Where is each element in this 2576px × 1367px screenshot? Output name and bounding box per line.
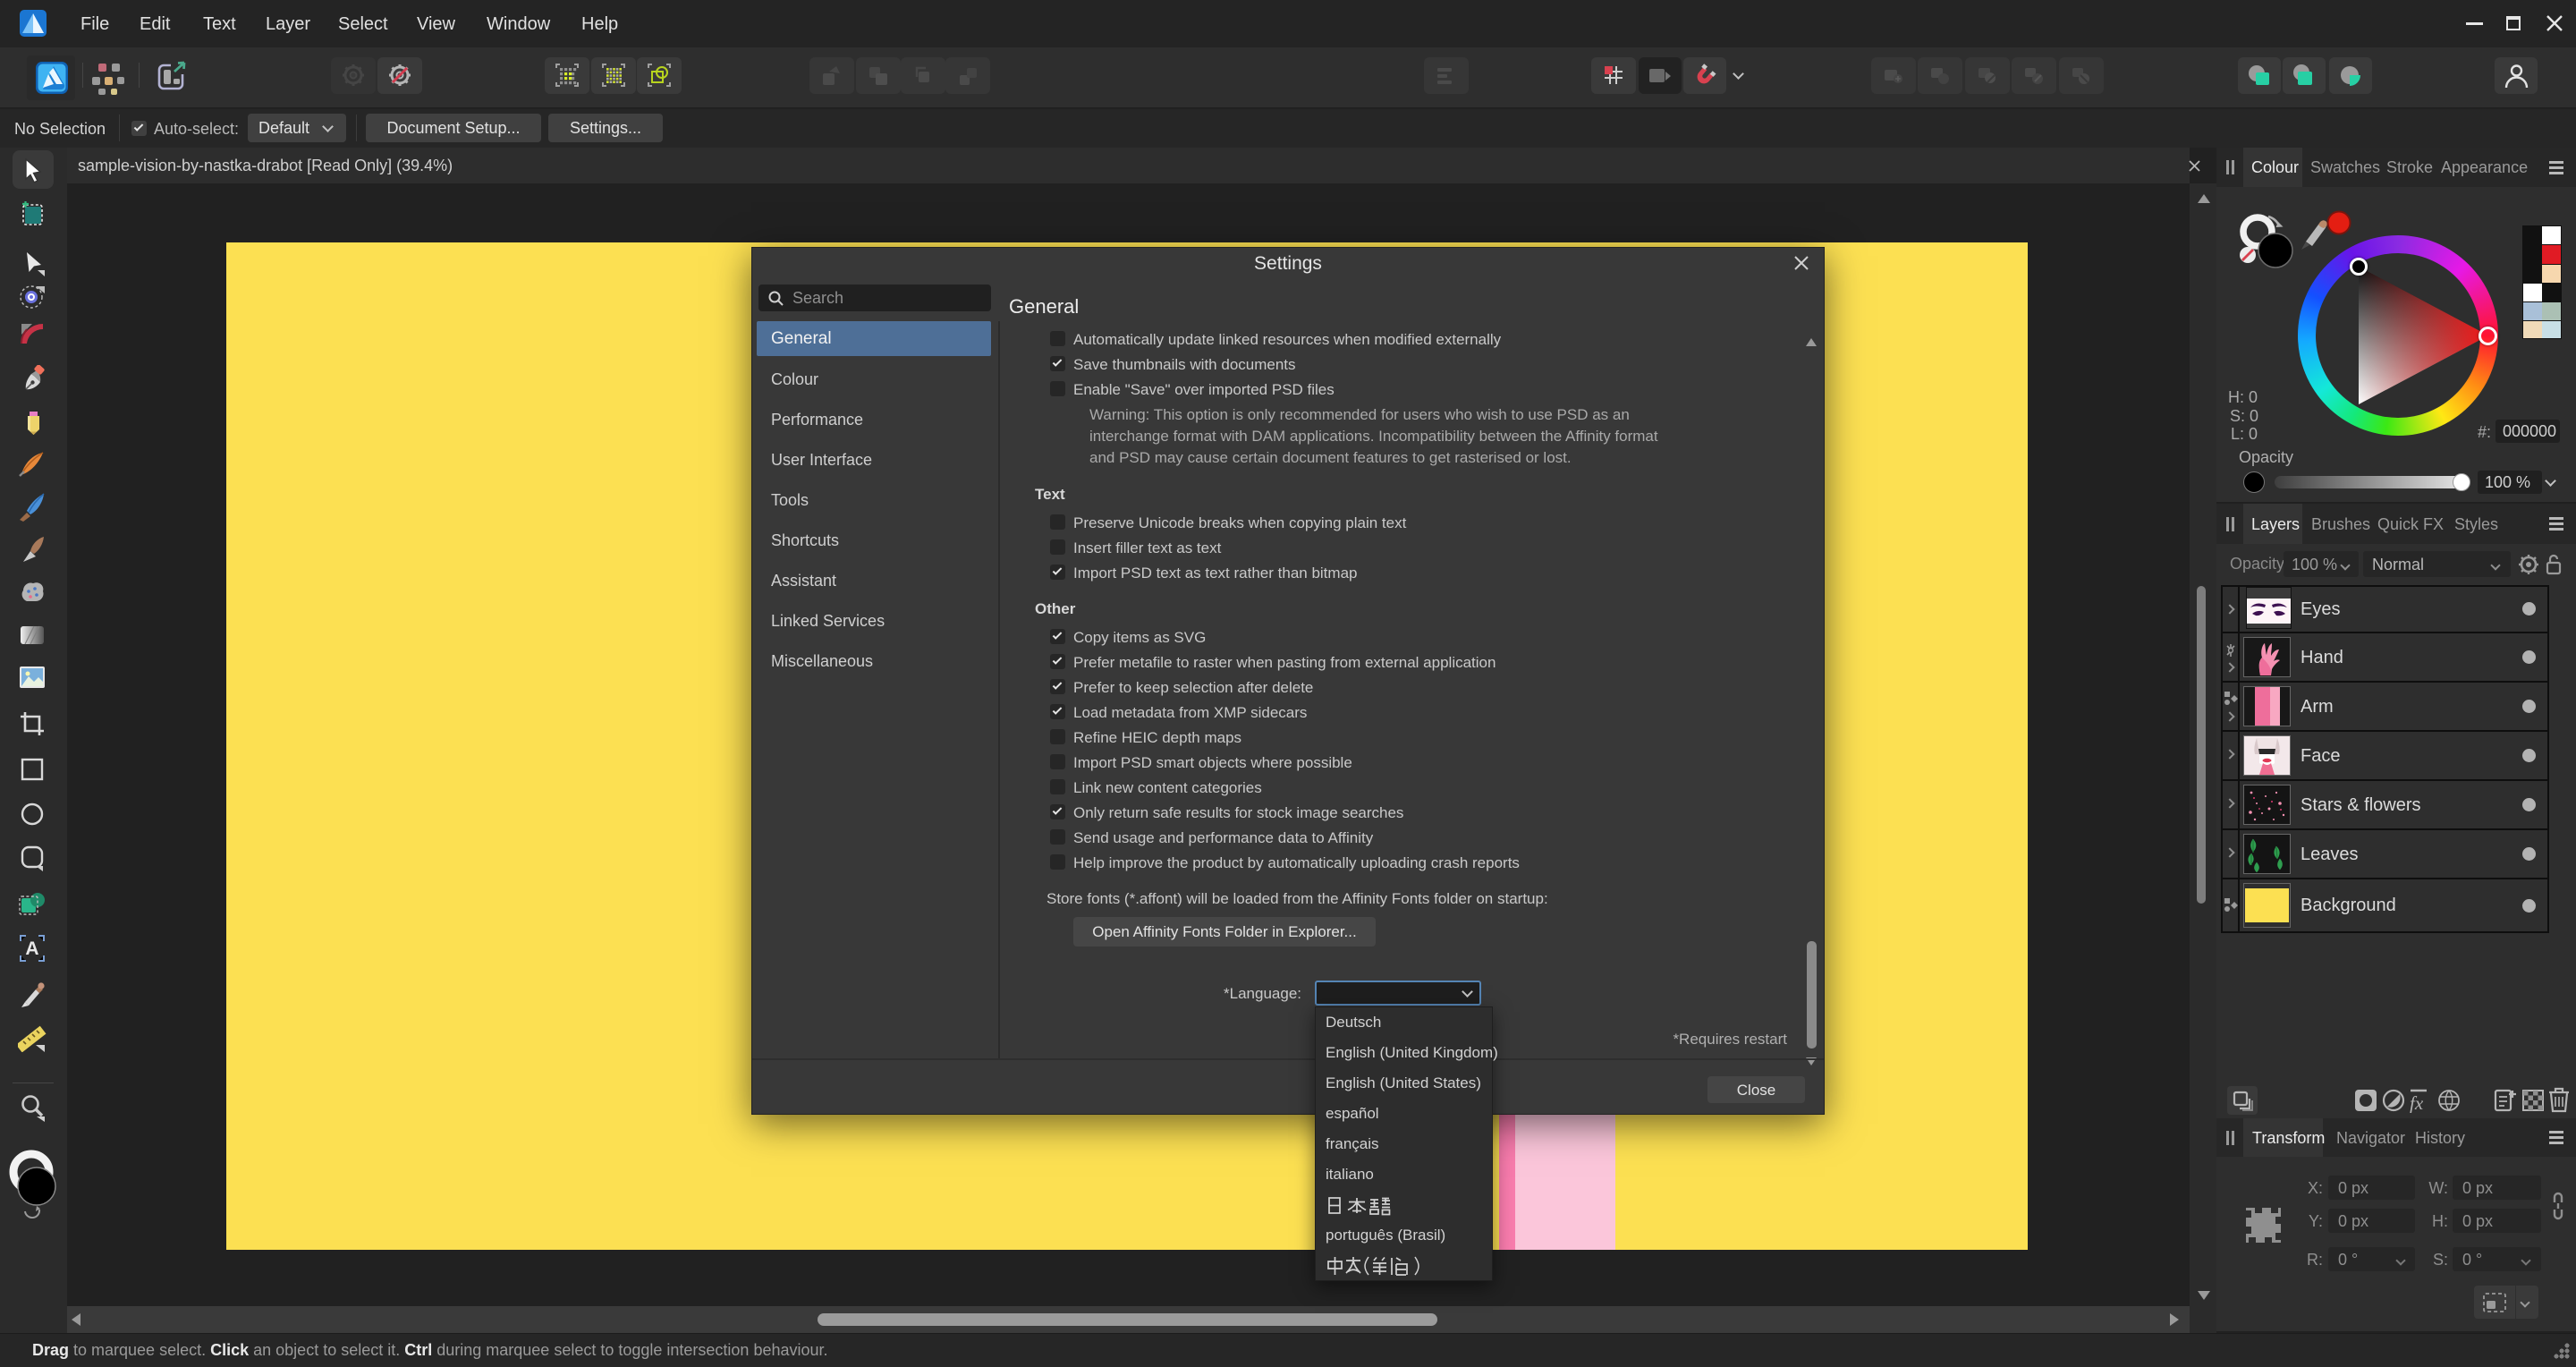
- svg-text:A: A: [25, 938, 38, 959]
- svg-text:fx: fx: [2410, 1092, 2424, 1113]
